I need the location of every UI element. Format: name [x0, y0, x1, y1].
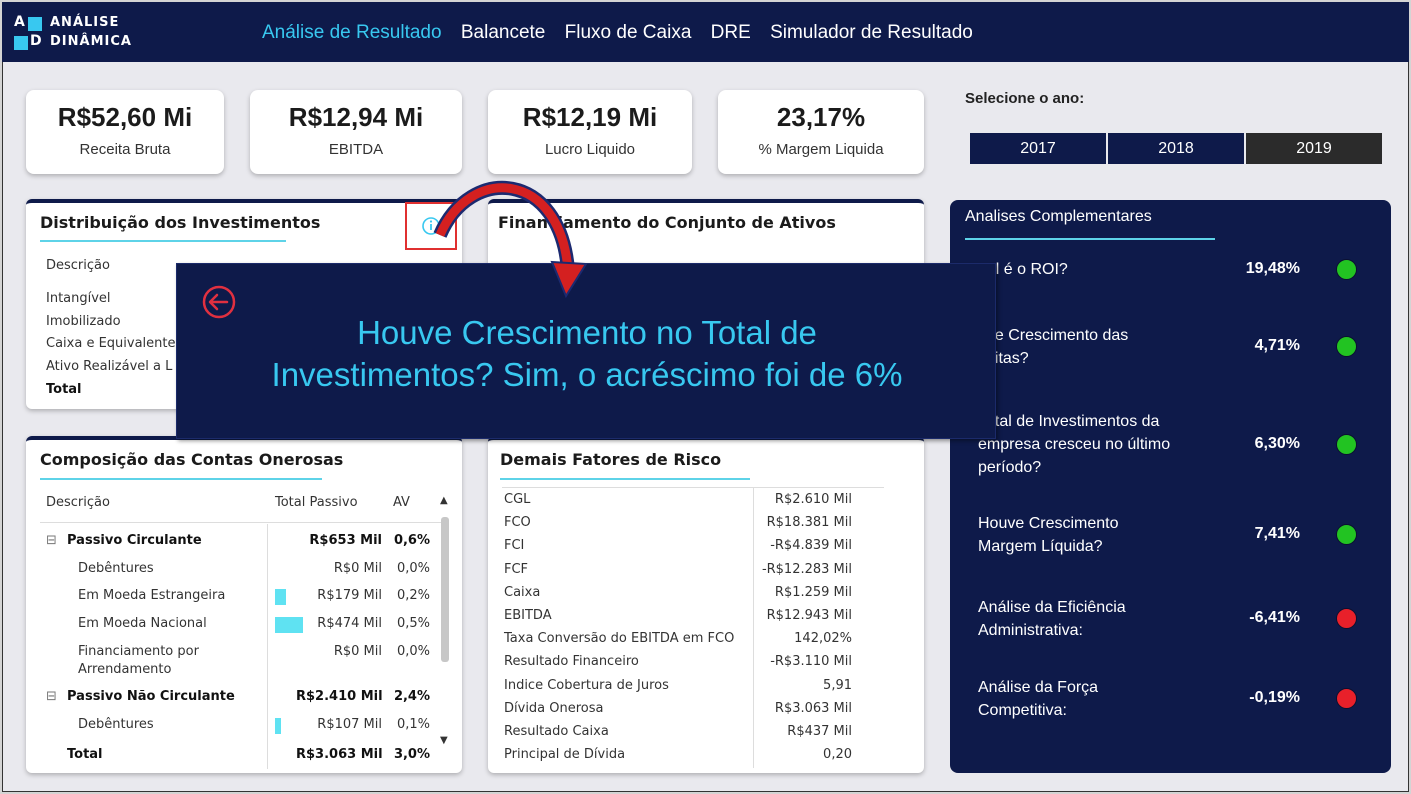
- annotation-arrow: [433, 181, 588, 299]
